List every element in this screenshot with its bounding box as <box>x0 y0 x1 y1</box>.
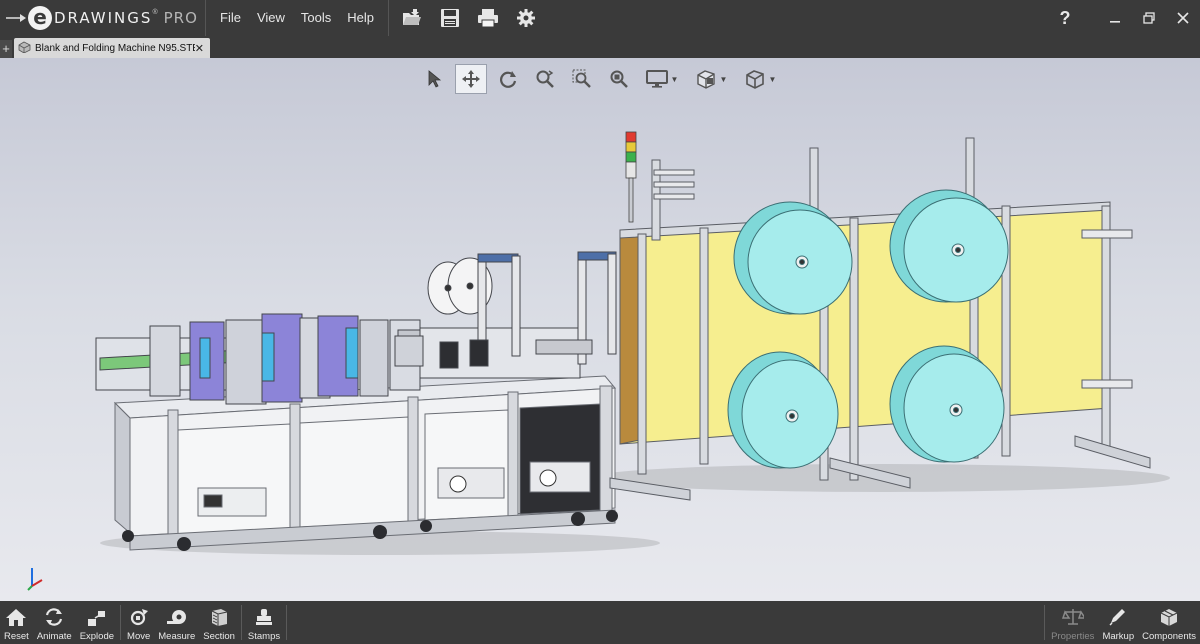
move-button[interactable]: Move <box>123 601 154 644</box>
close-icon <box>1177 12 1189 24</box>
move-label: Move <box>127 631 151 642</box>
axis-triad-icon <box>27 568 43 591</box>
components-icon <box>1158 606 1180 628</box>
components-label: Components <box>1142 631 1196 642</box>
save-icon[interactable] <box>437 5 463 31</box>
logo-name: DRAWINGS <box>54 9 153 27</box>
section-icon <box>208 606 230 628</box>
move-icon <box>128 606 150 628</box>
signal-tower <box>625 131 637 223</box>
section-label: Section <box>203 631 235 642</box>
machine-model[interactable] <box>0 58 1200 601</box>
measure-button[interactable]: Measure <box>154 601 199 644</box>
menu-file[interactable]: File <box>212 0 249 36</box>
title-bar: e DRAWINGS ® PRO File View Tools Help ? <box>0 0 1200 36</box>
properties-icon <box>1061 606 1084 628</box>
properties-label: Properties <box>1051 631 1095 642</box>
properties-button[interactable]: Properties <box>1047 601 1098 644</box>
markup-icon <box>1107 606 1129 628</box>
document-tab-label: Blank and Folding Machine N95.STEP <box>35 42 195 54</box>
help-button[interactable]: ? <box>1050 8 1080 29</box>
markup-label: Markup <box>1102 631 1135 642</box>
toolbar-separator <box>120 605 122 640</box>
measure-icon <box>166 606 188 628</box>
reset-label: Reset <box>4 631 29 642</box>
toolbar-separator <box>1044 605 1046 640</box>
home-icon <box>5 606 27 628</box>
minimize-icon <box>1110 21 1120 23</box>
animate-label: Animate <box>36 631 72 642</box>
toolbar-separator <box>286 605 288 640</box>
restore-button[interactable] <box>1132 3 1166 33</box>
menu-tools[interactable]: Tools <box>293 0 339 36</box>
logo-trademark: ® <box>152 9 158 16</box>
unwinding-rack <box>609 137 1151 501</box>
print-icon[interactable] <box>475 5 501 31</box>
explode-button[interactable]: Explode <box>76 601 118 644</box>
document-tab-strip: + Blank and Folding Machine N95.STEP ✕ <box>0 36 1200 58</box>
window-controls: ? <box>1050 0 1200 36</box>
logo-letter: e <box>28 6 52 30</box>
app-logo: e DRAWINGS ® PRO <box>0 0 206 36</box>
open-icon[interactable] <box>399 5 425 31</box>
section-button[interactable]: Section <box>199 601 239 644</box>
menu-help[interactable]: Help <box>339 0 382 36</box>
gear-icon[interactable] <box>513 5 539 31</box>
markup-button[interactable]: Markup <box>1098 601 1138 644</box>
forming-stations <box>95 313 445 405</box>
minimize-button[interactable] <box>1098 3 1132 33</box>
menu-view[interactable]: View <box>249 0 293 36</box>
reset-button[interactable]: Reset <box>0 601 33 644</box>
quick-access-toolbar <box>388 0 551 36</box>
measure-label: Measure <box>158 631 196 642</box>
animate-icon <box>43 606 65 628</box>
restore-icon <box>1143 12 1155 24</box>
toolbar-separator <box>240 605 242 640</box>
menu-bar: File View Tools Help <box>206 0 382 36</box>
document-tab[interactable]: Blank and Folding Machine N95.STEP ✕ <box>14 38 210 58</box>
components-button[interactable]: Components <box>1138 601 1200 644</box>
tab-close-icon[interactable]: ✕ <box>195 42 204 55</box>
3d-viewport[interactable]: ▼ ▼ ▼ <box>0 58 1200 601</box>
logo-edition: PRO <box>163 9 198 27</box>
close-button[interactable] <box>1166 3 1200 33</box>
middle-station <box>394 251 617 379</box>
logo-arrow-icon <box>6 11 28 25</box>
stamps-label: Stamps <box>247 631 281 642</box>
bottom-toolbar-left: Reset Animate Explode Move Measure Secti… <box>0 601 289 644</box>
assembly-icon <box>18 41 31 56</box>
stamp-icon <box>253 606 275 628</box>
explode-label: Explode <box>79 631 115 642</box>
explode-icon <box>86 606 108 628</box>
left-cabinet <box>113 375 617 551</box>
stamps-button[interactable]: Stamps <box>244 601 284 644</box>
bottom-toolbar: Reset Animate Explode Move Measure Secti… <box>0 601 1200 644</box>
bottom-toolbar-right: Properties Markup Components <box>1042 601 1200 644</box>
new-tab-button[interactable]: + <box>0 40 12 58</box>
animate-button[interactable]: Animate <box>33 601 76 644</box>
